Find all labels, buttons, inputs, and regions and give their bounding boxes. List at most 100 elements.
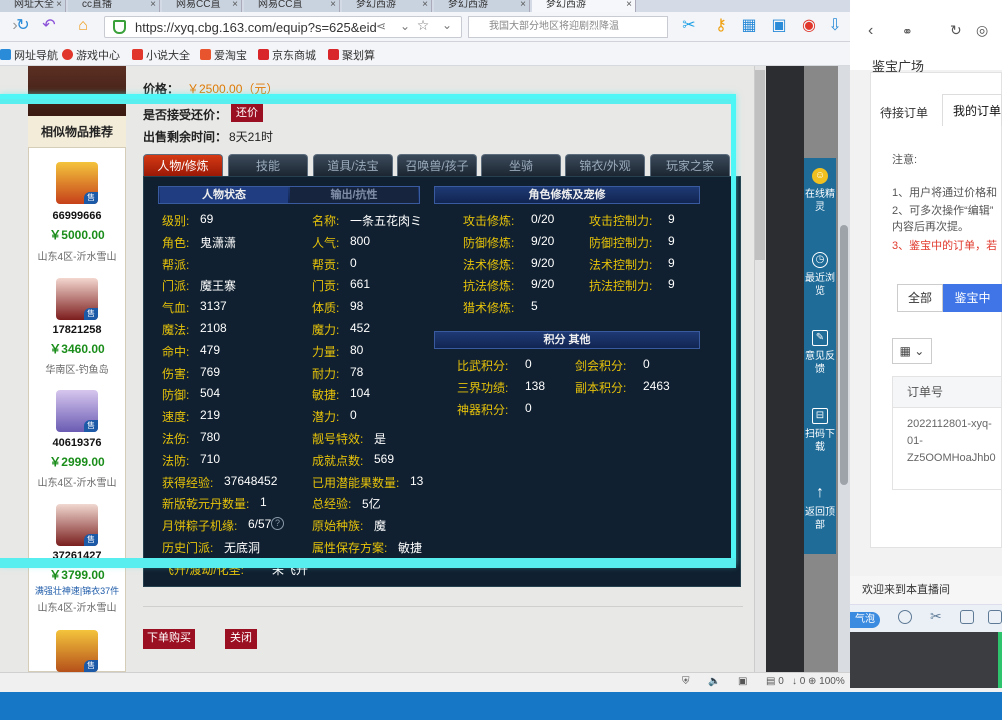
- jd-icon: [258, 49, 269, 60]
- tab-pending-orders[interactable]: 待接订单: [880, 104, 928, 121]
- bookmark-item[interactable]: 游戏中心: [62, 47, 120, 63]
- side-item-scan[interactable]: ⊟ 扫码下载: [804, 408, 836, 454]
- bell-icon[interactable]: ◉: [800, 17, 818, 35]
- similar-item-server: 山东4区-沂水雪山: [37, 603, 117, 614]
- side-item-top[interactable]: ↑ 返回顶部: [804, 484, 836, 532]
- download-icon[interactable]: ⇩: [826, 17, 844, 35]
- browser-tab[interactable]: 网易CC直 ×: [244, 0, 340, 12]
- scissors-icon[interactable]: ✂: [680, 17, 698, 35]
- live-input-area[interactable]: [850, 632, 1002, 688]
- similar-item-price: ￥3799.00: [49, 568, 105, 582]
- juhuasuan-icon: [328, 49, 339, 60]
- back-icon[interactable]: ‹: [868, 22, 873, 40]
- emoji-icon[interactable]: [898, 610, 912, 624]
- link-icon[interactable]: ⚭: [902, 24, 913, 40]
- order-table-cell[interactable]: 2022112801-xyq- 01- Zz5OOMHoaJhb0: [892, 408, 1002, 490]
- grid-icon: ▦ ⌄: [899, 344, 925, 358]
- clock-icon: ◷: [812, 252, 828, 268]
- status-bar: [0, 672, 850, 692]
- browser-tab[interactable]: 梦幻西游 ×: [342, 0, 432, 12]
- note-line: 内容后再次提。: [892, 221, 969, 233]
- taskbar: [0, 692, 1002, 720]
- side-scrollbar-thumb[interactable]: [840, 225, 848, 485]
- scrollbar-thumb[interactable]: [755, 70, 765, 260]
- close-button[interactable]: 关闭: [225, 629, 257, 649]
- browser-tab[interactable]: cc直播 ×: [68, 0, 160, 12]
- sprite-icon: ☺: [812, 168, 828, 184]
- refresh-icon[interactable]: ↻: [14, 17, 32, 35]
- tab-my-orders[interactable]: 我的订单: [942, 94, 1002, 126]
- share-icon[interactable]: ⋖: [372, 17, 390, 35]
- close-icon[interactable]: ×: [422, 0, 428, 10]
- close-icon[interactable]: ×: [232, 0, 238, 10]
- close-icon[interactable]: ×: [150, 0, 156, 10]
- counter-one: ▤ 0: [766, 676, 784, 687]
- browser-tab[interactable]: 网址大全 ×: [0, 0, 66, 12]
- live-welcome: 欢迎来到本直播间: [850, 576, 1002, 604]
- star-icon[interactable]: ☆: [414, 16, 432, 34]
- side-item-recent[interactable]: ◷ 最近浏览: [804, 252, 836, 298]
- bookmark-item[interactable]: 爱淘宝: [200, 47, 247, 63]
- url-text: https://xyq.cbg.163.com/equip?s=625&eid: [135, 20, 377, 35]
- globe-icon[interactable]: ◎: [976, 22, 988, 39]
- note-title: 注意:: [892, 154, 918, 166]
- overlay-frame: [0, 94, 736, 566]
- speaker-icon[interactable]: 🔈: [708, 676, 720, 687]
- gift-icon[interactable]: [988, 610, 1002, 624]
- scan-icon: ⊟: [812, 408, 828, 424]
- book-icon: [132, 49, 143, 60]
- counter-two: ↓ 0: [792, 676, 806, 687]
- browser-toolbar: › ↻ ↶ ⌂ https://xyq.cbg.163.com/equip?s=…: [0, 12, 850, 42]
- side-item-feedback[interactable]: ✎ 意见反馈: [804, 330, 836, 376]
- chevron-down-icon[interactable]: ⌄: [396, 17, 414, 35]
- image-icon[interactable]: [960, 610, 974, 624]
- grid-icon[interactable]: ▦: [740, 17, 758, 35]
- bookmark-item[interactable]: 京东商城: [258, 47, 316, 63]
- tools-icon[interactable]: ▣: [770, 17, 788, 35]
- browser-tab[interactable]: 网易CC直 ×: [162, 0, 242, 12]
- edit-icon: ✎: [812, 330, 828, 346]
- browser-tab[interactable]: 梦幻西游 ×: [434, 0, 530, 12]
- globe-icon: [0, 49, 11, 60]
- key-icon[interactable]: ⚷: [712, 17, 730, 35]
- note-line-warning: 3、鉴宝中的订单，若: [892, 240, 998, 252]
- secure-shield-icon: [113, 20, 126, 34]
- side-item-online-sprite[interactable]: ☺ 在线精灵: [804, 168, 836, 214]
- side-dark-column: [766, 66, 804, 672]
- sell-badge: 售: [84, 660, 98, 672]
- shield-icon[interactable]: ⛨: [682, 676, 690, 687]
- bookmarks-bar: 网址导航 游戏中心 小说大全 爱淘宝 京东商城 聚划算: [0, 42, 850, 66]
- browser-tab-active[interactable]: 梦幻西游 ×: [532, 0, 636, 12]
- order-table-header: 订单号: [892, 376, 1002, 408]
- close-icon[interactable]: ×: [330, 0, 336, 10]
- grid-menu-button[interactable]: ▦ ⌄: [892, 338, 932, 364]
- close-icon[interactable]: ×: [626, 0, 632, 10]
- arrow-up-icon: ↑: [816, 484, 824, 501]
- bookmark-item[interactable]: 网址导航: [0, 47, 58, 63]
- buy-button[interactable]: 下单购买: [143, 629, 195, 649]
- similar-item-tag[interactable]: 满强壮神速|锦衣37件: [28, 584, 126, 597]
- home-icon[interactable]: ⌂: [74, 17, 92, 35]
- bubble-button[interactable]: 气泡: [850, 612, 880, 628]
- note-line: 1、用户将通过价格和: [892, 187, 998, 199]
- close-icon[interactable]: ×: [520, 0, 526, 10]
- chevron-down-icon[interactable]: ⌄: [438, 16, 456, 34]
- filter-appraising-button[interactable]: 鉴宝中: [943, 284, 1002, 312]
- game-icon: [62, 49, 73, 60]
- undo-icon[interactable]: ↶: [40, 17, 58, 35]
- search-input[interactable]: 我国大部分地区将迎剧烈降温: [468, 16, 668, 38]
- zoom-level[interactable]: ⊕ 100%: [808, 676, 845, 687]
- bookmark-item[interactable]: 小说大全: [132, 47, 190, 63]
- scissors-icon[interactable]: ✂: [930, 608, 942, 625]
- lock-icon[interactable]: ▣: [738, 676, 747, 687]
- filter-all-button[interactable]: 全部: [897, 284, 943, 312]
- send-strip[interactable]: [998, 632, 1002, 688]
- note-line: 2、可多次操作“编辑”: [892, 205, 994, 217]
- taobao-icon: [200, 49, 211, 60]
- similar-item-avatar[interactable]: 售: [56, 630, 98, 672]
- tab-strip: 网址大全 × cc直播 × 网易CC直 × 网易CC直 × 梦幻西游 × 梦幻西游 × 梦幻…: [0, 0, 850, 12]
- divider: [143, 606, 743, 607]
- bookmark-item[interactable]: 聚划算: [328, 47, 375, 63]
- close-icon[interactable]: ×: [56, 0, 62, 10]
- refresh-icon[interactable]: ↻: [950, 22, 962, 39]
